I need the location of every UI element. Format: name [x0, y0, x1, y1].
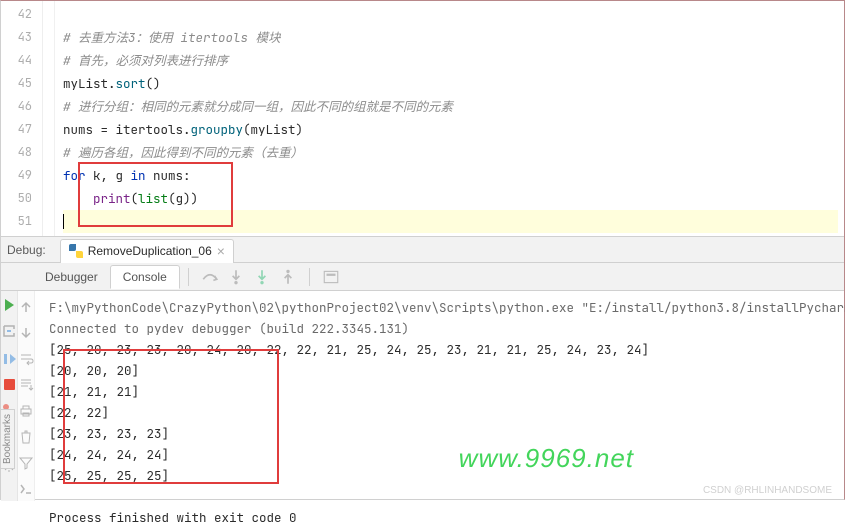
fold-gutter	[43, 1, 55, 236]
scroll-end-icon[interactable]	[18, 377, 34, 393]
clear-icon[interactable]	[18, 429, 34, 445]
code-editor[interactable]: 42434445464748495051 # 去重方法3：使用 itertool…	[1, 1, 844, 237]
evaluate-icon[interactable]	[322, 268, 340, 286]
debug-tool-window-bar: Debug: RemoveDuplication_06 ×	[1, 237, 844, 263]
debug-run-tab[interactable]: RemoveDuplication_06 ×	[60, 239, 234, 263]
line-number-gutter: 42434445464748495051	[1, 1, 43, 236]
close-icon[interactable]: ×	[217, 244, 225, 258]
tab-title: RemoveDuplication_06	[88, 244, 212, 258]
debug-subtabs: Debugger Console	[1, 263, 844, 291]
console-output[interactable]: F:\myPythonCode\CrazyPython\02\pythonPro…	[35, 291, 845, 501]
resume-icon[interactable]	[1, 351, 17, 367]
filter-icon[interactable]	[18, 455, 34, 471]
bookmarks-tool-button[interactable]: Bookmarks	[0, 409, 15, 469]
step-over-icon[interactable]	[201, 268, 219, 286]
print-icon[interactable]	[18, 403, 34, 419]
modify-run-icon[interactable]	[1, 323, 17, 339]
step-into-my-icon[interactable]	[253, 268, 271, 286]
up-icon[interactable]	[18, 299, 34, 315]
separator	[309, 268, 310, 286]
code-area[interactable]: # 去重方法3：使用 itertools 模块# 首先，必须对列表进行排序myL…	[55, 1, 844, 236]
debug-left-rail	[1, 291, 18, 501]
console-left-rail	[18, 291, 35, 501]
tab-console[interactable]: Console	[110, 265, 180, 289]
rerun-icon[interactable]	[5, 299, 14, 311]
stop-icon[interactable]	[4, 379, 15, 390]
console-panel: F:\myPythonCode\CrazyPython\02\pythonPro…	[1, 291, 844, 501]
python-file-icon	[69, 244, 83, 258]
separator	[188, 268, 189, 286]
down-icon[interactable]	[18, 325, 34, 341]
debug-label: Debug:	[7, 243, 46, 257]
python-console-icon[interactable]	[18, 481, 34, 497]
tab-debugger[interactable]: Debugger	[33, 266, 110, 288]
soft-wrap-icon[interactable]	[18, 351, 34, 367]
step-into-icon[interactable]	[227, 268, 245, 286]
step-out-icon[interactable]	[279, 268, 297, 286]
